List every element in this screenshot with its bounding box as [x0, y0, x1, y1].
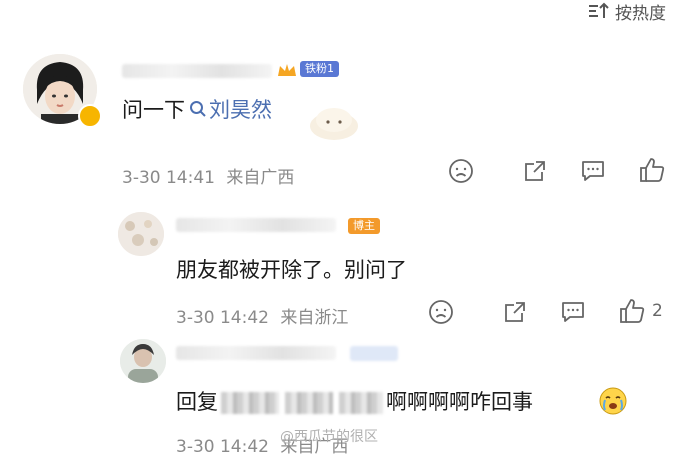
avatar-pattern-icon [118, 212, 164, 256]
share-icon [525, 161, 545, 181]
blurred-mention[interactable] [221, 392, 279, 414]
reply-button[interactable] [580, 158, 606, 184]
thumbs-up-icon [640, 158, 665, 182]
like-count: 2 [652, 301, 663, 321]
share-button[interactable] [502, 299, 528, 325]
blurred-mention [285, 392, 333, 414]
comment-icon [562, 302, 584, 322]
share-icon [505, 302, 525, 322]
comment-time: 3-30 14:41 [122, 168, 215, 188]
crown-icon [278, 64, 296, 76]
comment-meta: 3-30 14:42 来自浙江 [176, 303, 348, 328]
comment-meta: 3-30 14:41 来自广西 [122, 163, 294, 188]
username-blurred[interactable] [122, 64, 272, 78]
avatar[interactable] [118, 212, 164, 256]
sad-face-icon [449, 159, 473, 183]
blurred-mention [339, 392, 383, 414]
thumbs-up-icon [620, 299, 645, 323]
comment-icon [582, 161, 604, 181]
author-badge: 博主 [348, 218, 380, 234]
share-button[interactable] [522, 158, 548, 184]
sort-by-hot-button[interactable]: 按热度 [587, 0, 666, 24]
reply-text: 啊啊啊啊咋回事 [386, 390, 533, 414]
avatar-photo-icon [120, 339, 166, 383]
like-button[interactable] [638, 156, 666, 184]
comment-text: 朋友都被开除了。别问了 [176, 258, 407, 282]
sad-face-icon [429, 300, 453, 324]
reply-prefix: 回复 [176, 390, 218, 414]
search-icon [190, 101, 206, 117]
comment-location: 来自广西 [226, 168, 295, 188]
search-topic-link[interactable]: 刘昊然 [185, 98, 272, 122]
like-button[interactable]: 2 [618, 297, 663, 325]
comment-text: 回复 啊啊啊啊咋回事 [176, 386, 533, 416]
sort-label: 按热度 [615, 3, 666, 24]
comment-location: 来自浙江 [280, 308, 349, 328]
avatar[interactable] [120, 339, 166, 383]
comment-text-prefix: 问一下 [122, 98, 185, 122]
fan-level-badge: 铁粉1 [300, 61, 339, 77]
reply-button[interactable] [560, 299, 586, 325]
comment-text: 问一下 刘昊然 [122, 94, 272, 124]
watermark: @西瓜节的很区 [280, 429, 378, 445]
crying-emoji-icon [599, 387, 627, 415]
verified-badge-icon [78, 104, 102, 128]
search-link-text: 刘昊然 [209, 98, 272, 122]
dislike-button[interactable] [448, 158, 474, 184]
comment-time: 3-30 14:42 [176, 437, 269, 457]
comment-time: 3-30 14:42 [176, 308, 269, 328]
username-blurred[interactable] [176, 346, 336, 360]
blurred-badge [350, 346, 398, 361]
username-blurred[interactable] [176, 218, 336, 232]
sort-icon [589, 2, 609, 18]
bun-sticker-icon [310, 108, 358, 140]
dislike-button[interactable] [428, 299, 454, 325]
